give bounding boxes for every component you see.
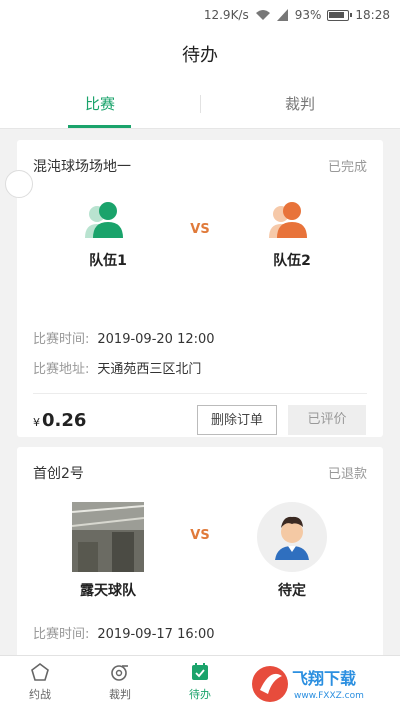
vs-label: VS xyxy=(190,528,210,543)
tab-referee-label: 裁判 xyxy=(284,94,315,113)
tab-matches-label: 比赛 xyxy=(84,94,115,113)
network-speed: 12.9K/s xyxy=(203,8,249,22)
teams-row: 队伍1 VS 队伍2 xyxy=(17,200,383,300)
delete-order-button[interactable]: 删除订单 xyxy=(197,405,277,435)
watermark-url: www.FXXZ.com xyxy=(294,691,364,701)
team-photo xyxy=(72,502,144,572)
match-time-row: 比赛时间: 2019-09-20 12:00 xyxy=(33,328,215,347)
page-title: 待办 xyxy=(182,45,218,66)
price-value: 0.26 xyxy=(42,410,87,431)
team-name: 露天球队 xyxy=(80,583,136,599)
match-time-value: 2019-09-20 12:00 xyxy=(97,332,215,347)
team-home[interactable]: 队伍1 xyxy=(53,200,163,270)
order-price: ¥0.26 xyxy=(33,410,86,431)
currency-symbol: ¥ xyxy=(33,416,40,429)
team-away[interactable]: 待定 xyxy=(237,502,347,600)
tab-matches[interactable]: 比赛 xyxy=(0,78,200,128)
page-header: 待办 xyxy=(0,30,400,78)
vs-label: VS xyxy=(190,222,210,237)
match-address-value: 天通苑西三区北门 xyxy=(97,362,202,377)
team-home[interactable]: 露天球队 xyxy=(53,502,163,600)
nav-item-label: 约战 xyxy=(29,688,51,701)
order-list[interactable]: 混沌球场场地一 已完成 队伍1 VS 队伍2 比赛时间: 2019-09-20 … xyxy=(0,128,400,655)
battery-icon xyxy=(327,9,353,21)
order-card[interactable]: 首创2号 已退款 露天球队 VS 待定 比赛时间: 2019-09-17 16:… xyxy=(17,447,383,655)
team-name: 队伍2 xyxy=(273,253,311,269)
team-name: 待定 xyxy=(278,583,306,599)
signal-icon xyxy=(276,9,288,21)
match-time-value: 2019-09-17 16:00 xyxy=(97,627,215,642)
reviewed-button[interactable]: 已评价 xyxy=(288,405,366,435)
clock: 18:28 xyxy=(355,8,390,22)
match-time-row: 比赛时间: 2019-09-17 16:00 xyxy=(33,623,215,642)
order-card[interactable]: 混沌球场场地一 已完成 队伍1 VS 队伍2 比赛时间: 2019-09-20 … xyxy=(17,140,383,437)
team-away[interactable]: 队伍2 xyxy=(237,200,347,270)
nav-item-referee[interactable]: 裁判 xyxy=(80,656,160,712)
team-avatar-icon xyxy=(85,202,123,238)
team-avatar-icon xyxy=(269,202,307,238)
status-bar: 12.9K/s 93% 18:28 xyxy=(0,0,400,30)
nav-item-challenge[interactable]: 约战 xyxy=(0,656,80,712)
floating-handle[interactable] xyxy=(5,170,33,198)
battery-percent: 93% xyxy=(294,8,322,22)
tab-bar: 比赛 裁判 xyxy=(0,78,400,129)
teams-row: 露天球队 VS 待定 xyxy=(17,502,383,602)
pentagon-icon xyxy=(31,663,49,681)
nav-item-label: 裁判 xyxy=(109,688,131,701)
divider xyxy=(33,393,367,394)
wifi-icon xyxy=(255,10,270,20)
user-avatar-icon xyxy=(257,502,327,572)
match-time-label: 比赛时间: xyxy=(33,332,90,347)
status-badge: 已完成 xyxy=(327,160,367,175)
team-name: 队伍1 xyxy=(89,253,127,269)
tab-referee[interactable]: 裁判 xyxy=(200,78,400,128)
calendar-check-icon xyxy=(192,663,208,680)
venue-name: 混沌球场场地一 xyxy=(33,159,131,175)
match-address-label: 比赛地址: xyxy=(33,362,90,377)
match-address-row: 比赛地址: 天通苑西三区北门 xyxy=(33,358,201,377)
whistle-icon xyxy=(111,665,128,681)
site-watermark: 飞翔下载 www.FXXZ.com xyxy=(252,666,364,702)
nav-item-label: 待办 xyxy=(189,688,211,701)
watermark-title: 飞翔下载 xyxy=(292,669,356,688)
venue-name: 首创2号 xyxy=(33,466,84,482)
nav-item-todo[interactable]: 待办 xyxy=(160,656,240,712)
match-time-label: 比赛时间: xyxy=(33,627,90,642)
status-badge: 已退款 xyxy=(327,467,367,482)
